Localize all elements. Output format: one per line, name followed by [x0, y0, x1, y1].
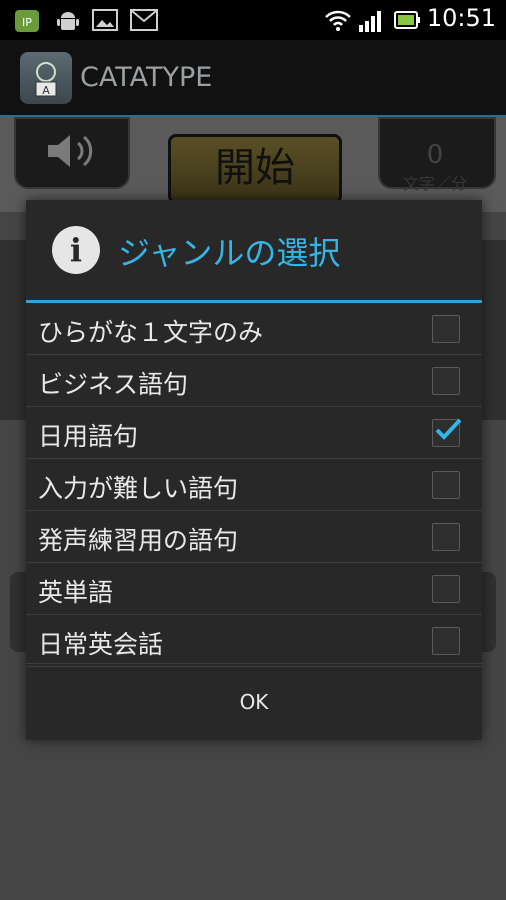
status-clock: 10:51 [426, 4, 496, 32]
list-item-label: 発声練習用の語句 [38, 526, 239, 555]
dialog-button-bar: OK [26, 663, 482, 741]
status-bar: IP 10:51 [0, 0, 506, 40]
list-item[interactable]: 入力が難しい語句 [26, 459, 482, 511]
checkbox[interactable] [432, 315, 460, 343]
battery-icon [394, 9, 422, 35]
list-item-label: 日常英会話 [38, 630, 164, 659]
list-item[interactable]: 日用語句 [26, 407, 482, 459]
android-icon [56, 9, 80, 37]
genre-select-dialog: i ジャンルの選択 ひらがな１文字のみ ビジネス語句 日用語句 入力が難しい語句… [26, 200, 482, 740]
ok-button[interactable]: OK [26, 664, 482, 741]
app-title: CATATYPE [80, 62, 213, 93]
checkbox-checked[interactable] [432, 418, 462, 447]
list-item-label: ビジネス語句 [38, 370, 189, 399]
signal-icon [358, 9, 384, 37]
catatype-app-icon[interactable]: A [20, 52, 72, 104]
gmail-icon [130, 9, 158, 35]
genre-list: ひらがな１文字のみ ビジネス語句 日用語句 入力が難しい語句 発声練習用の語句 … [26, 303, 482, 667]
check-icon [433, 414, 463, 444]
image-icon [92, 9, 118, 35]
checkbox[interactable] [432, 575, 460, 603]
action-bar: A CATATYPE [0, 40, 506, 117]
list-item-label: ひらがな１文字のみ [38, 318, 264, 347]
list-item-label: 入力が難しい語句 [38, 474, 239, 503]
list-item[interactable]: ひらがな１文字のみ [26, 303, 482, 355]
list-item[interactable]: 日常英会話 [26, 615, 482, 667]
list-item[interactable]: ビジネス語句 [26, 355, 482, 407]
app-notification-icon: IP [14, 9, 40, 37]
list-item[interactable]: 発声練習用の語句 [26, 511, 482, 563]
list-item[interactable]: 英単語 [26, 563, 482, 615]
checkbox[interactable] [432, 627, 460, 655]
checkbox[interactable] [432, 367, 460, 395]
svg-text:A: A [42, 84, 50, 97]
dialog-title: ジャンルの選択 [118, 234, 341, 272]
checkbox[interactable] [432, 471, 460, 499]
info-icon: i [52, 226, 100, 274]
svg-text:IP: IP [22, 16, 32, 29]
list-item-label: 日用語句 [38, 422, 139, 451]
dialog-header: i ジャンルの選択 [26, 200, 482, 303]
checkbox[interactable] [432, 523, 460, 551]
wifi-icon [324, 9, 352, 37]
list-item-label: 英単語 [38, 578, 114, 607]
